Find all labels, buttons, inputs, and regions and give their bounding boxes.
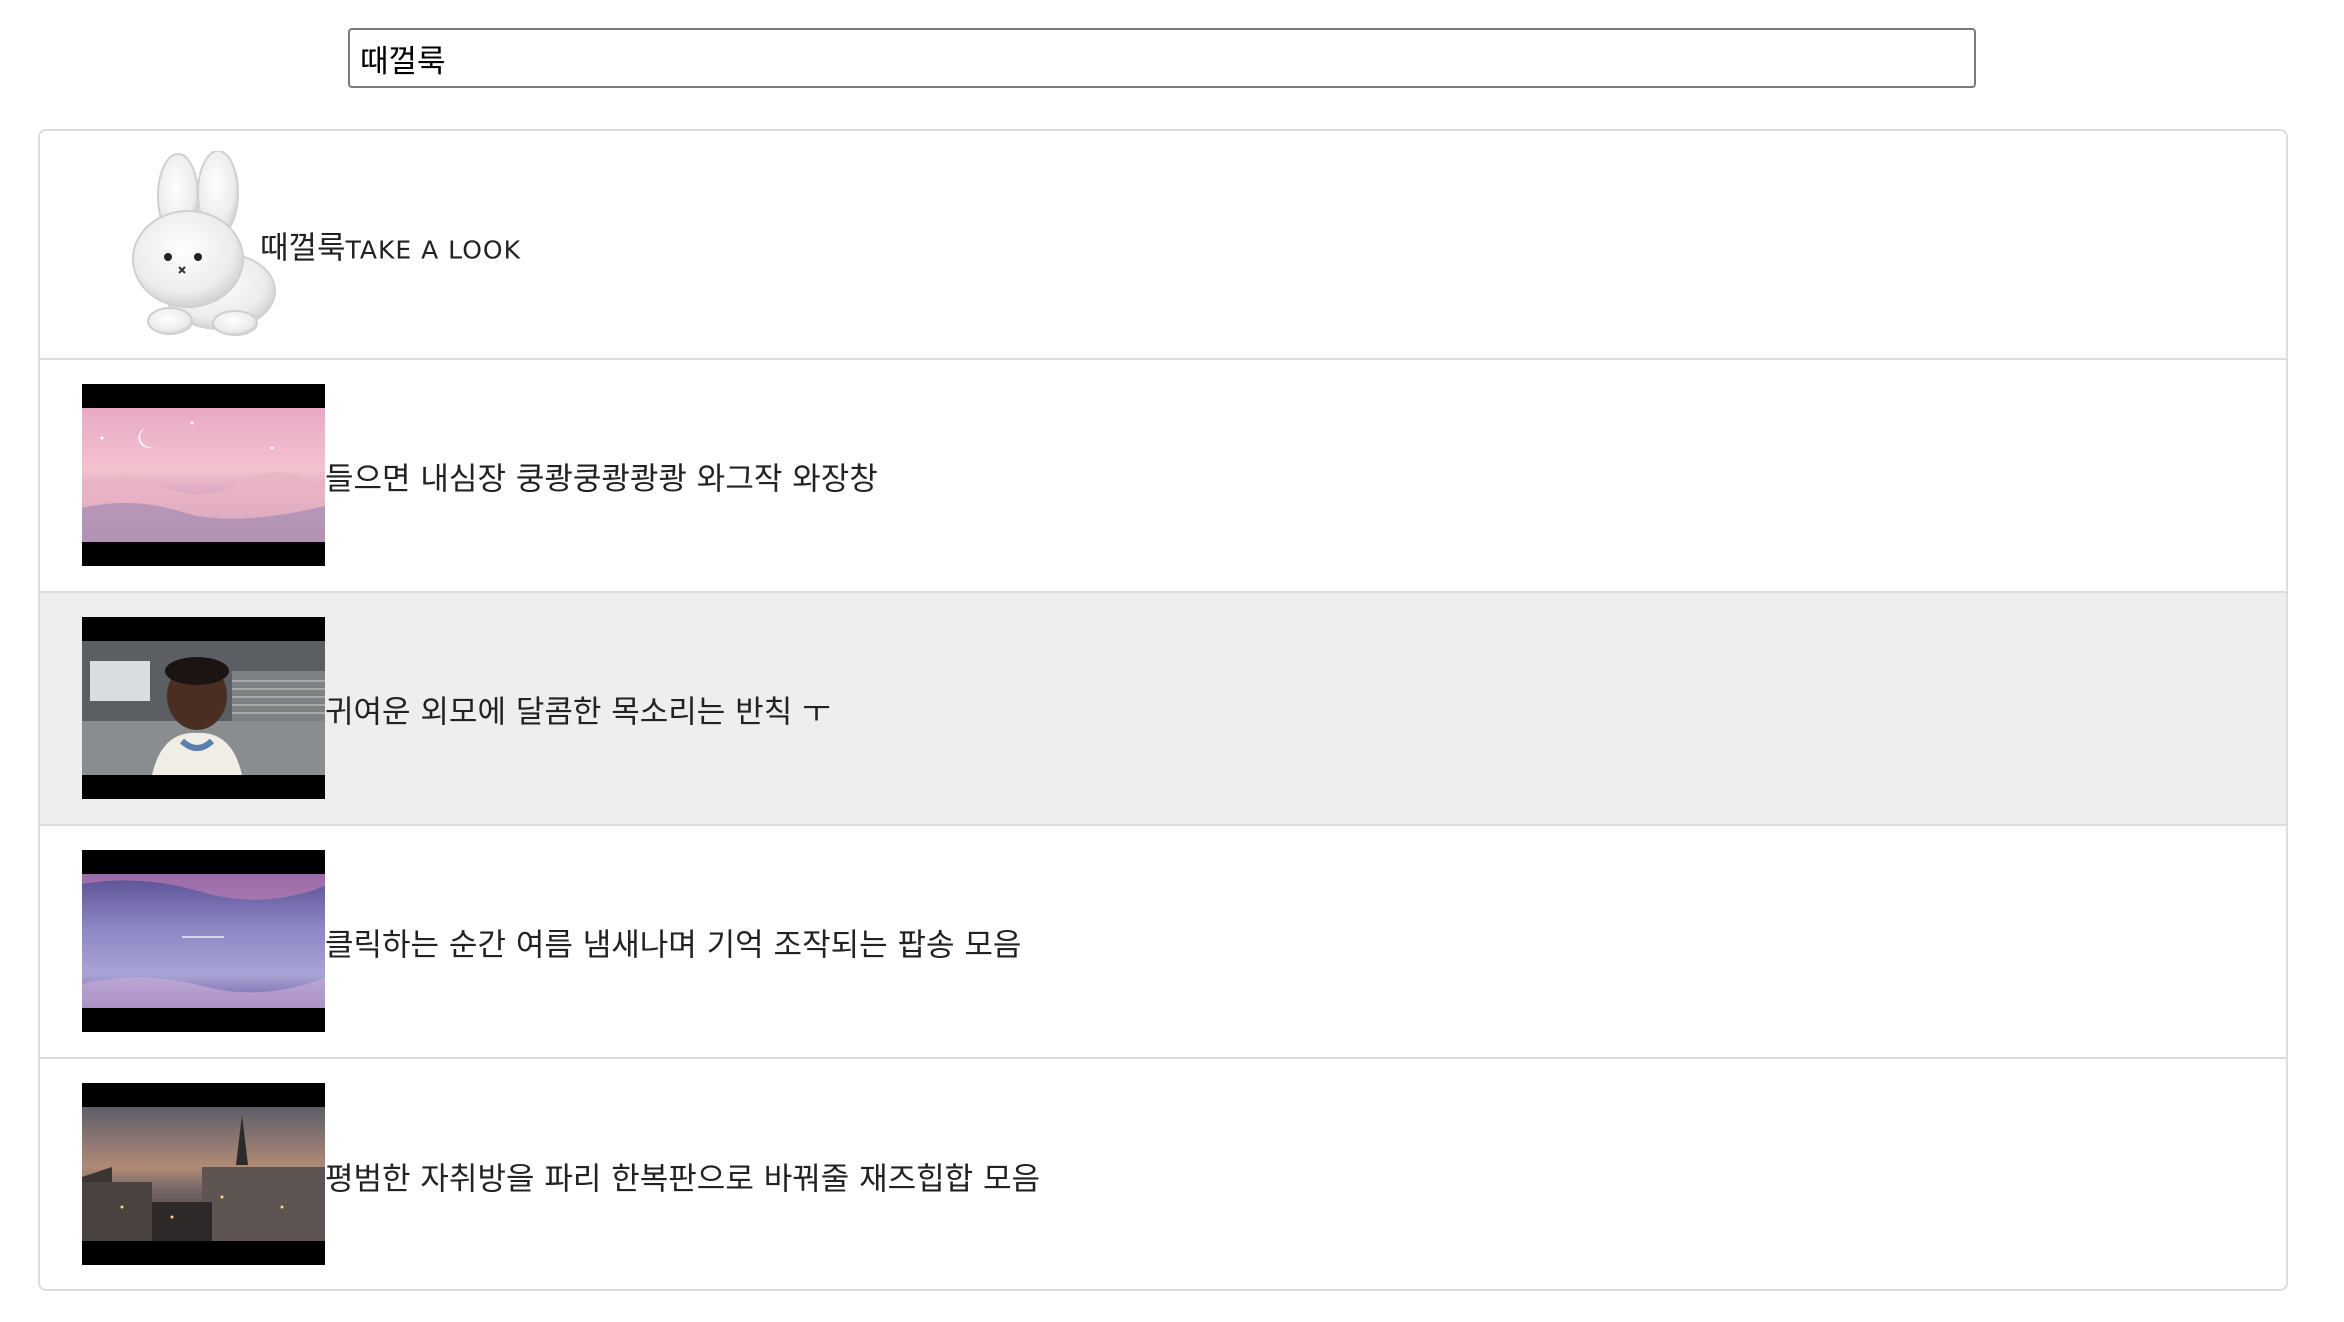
channel-title: 때껄룩 — [260, 230, 346, 266]
channel-name: 때껄룩TAKE A LOOK — [260, 222, 521, 267]
search-results-list: 때껄룩TAKE A LOOK 들으면 내심장 쿵쾅쿵쾅쾅쾅 와그작 와장창 귀여… — [38, 129, 2288, 1291]
result-channel-row[interactable]: 때껄룩TAKE A LOOK — [40, 131, 2286, 360]
video-title: 귀여운 외모에 달콤한 목소리는 반칙 ㅜ — [325, 694, 831, 730]
search-bar — [348, 28, 1976, 88]
result-video-row[interactable]: 평범한 자취방을 파리 한복판으로 바꿔줄 재즈힙합 모음 — [40, 1059, 2286, 1289]
video-thumbnail — [82, 617, 325, 799]
video-thumbnail — [82, 1083, 325, 1265]
result-video-row[interactable]: 들으면 내심장 쿵쾅쿵쾅쾅쾅 와그작 와장창 — [40, 360, 2286, 593]
video-title: 클릭하는 순간 여름 냄새나며 기억 조작되는 팝송 모음 — [325, 927, 1022, 963]
singer-studio-thumbnail-icon — [82, 641, 325, 775]
video-thumbnail — [82, 384, 325, 566]
video-title: 평범한 자취방을 파리 한복판으로 바꿔줄 재즈힙합 모음 — [325, 1161, 1041, 1197]
result-video-row[interactable]: 클릭하는 순간 여름 냄새나며 기억 조작되는 팝송 모음 — [40, 826, 2286, 1059]
paris-rooftops-thumbnail-icon — [82, 1107, 325, 1241]
result-video-row[interactable]: 귀여운 외모에 달콤한 목소리는 반칙 ㅜ — [40, 593, 2286, 826]
search-input[interactable] — [348, 28, 1976, 88]
video-thumbnail — [82, 850, 325, 1032]
purple-dusk-sky-thumbnail-icon — [82, 874, 325, 1008]
channel-tagline: TAKE A LOOK — [345, 235, 521, 264]
pink-cloud-sky-thumbnail-icon — [82, 408, 325, 542]
video-title: 들으면 내심장 쿵쾅쿵쾅쾅쾅 와그작 와장창 — [325, 461, 878, 497]
